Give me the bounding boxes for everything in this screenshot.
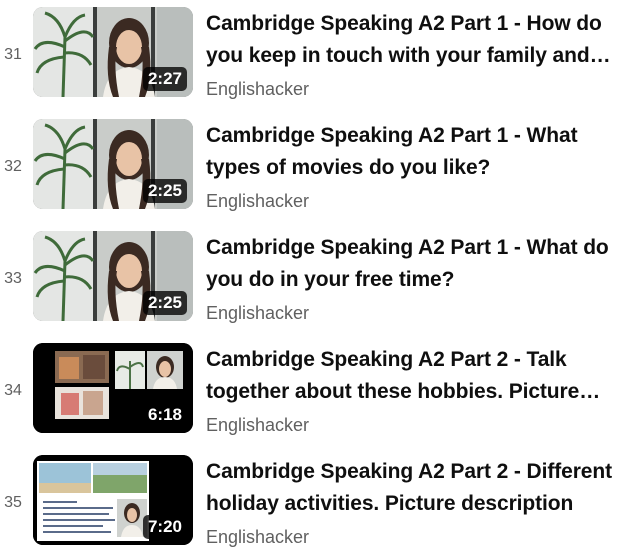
channel-name[interactable]: Englishacker: [206, 190, 616, 212]
playlist-index: 34: [4, 382, 22, 399]
playlist-index: 31: [4, 46, 22, 63]
video-meta: Cambridge Speaking A2 Part 1 - How do yo…: [206, 8, 616, 100]
channel-name[interactable]: Englishacker: [206, 414, 616, 436]
playlist-index: 35: [4, 494, 22, 511]
video-title[interactable]: Cambridge Speaking A2 Part 1 - What type…: [206, 120, 616, 184]
video-thumbnail[interactable]: 6:18: [33, 343, 193, 433]
duration-badge: 6:18: [142, 403, 187, 427]
playlist-item[interactable]: 31 2:27 Cambridge Speaking A2 Part 1 - H…: [0, 0, 628, 100]
duration-badge: 2:25: [142, 179, 187, 203]
playlist-panel: 31 2:27 Cambridge Speaking A2 Part 1 - H…: [0, 0, 628, 558]
duration-badge: 2:27: [142, 67, 187, 91]
duration-badge: 7:20: [142, 515, 187, 539]
video-title[interactable]: Cambridge Speaking A2 Part 1 - How do yo…: [206, 8, 616, 72]
video-thumbnail[interactable]: 2:27: [33, 7, 193, 97]
playlist-index: 32: [4, 158, 22, 175]
playlist-index: 33: [4, 270, 22, 287]
video-meta: Cambridge Speaking A2 Part 1 - What do y…: [206, 232, 616, 324]
playlist-item[interactable]: 32 2:25 Cambridge Speaking A2 Part 1 - W…: [0, 112, 628, 212]
duration-badge: 2:25: [142, 291, 187, 315]
playlist-item[interactable]: 33 2:25 Cambridge Speaking A2 Part 1 - W…: [0, 224, 628, 324]
playlist-item[interactable]: 35 7:20 Cambridge Speaking A2 Part 2 - D…: [0, 448, 628, 548]
channel-name[interactable]: Englishacker: [206, 78, 616, 100]
video-thumbnail[interactable]: 7:20: [33, 455, 193, 545]
video-thumbnail[interactable]: 2:25: [33, 119, 193, 209]
playlist-item[interactable]: 34 6:18 Cambridge Speaking A2 Part 2 - T…: [0, 336, 628, 436]
channel-name[interactable]: Englishacker: [206, 302, 616, 324]
video-title[interactable]: Cambridge Speaking A2 Part 2 - Talk toge…: [206, 344, 616, 408]
video-meta: Cambridge Speaking A2 Part 1 - What type…: [206, 120, 616, 212]
video-meta: Cambridge Speaking A2 Part 2 - Different…: [206, 456, 616, 548]
video-meta: Cambridge Speaking A2 Part 2 - Talk toge…: [206, 344, 616, 436]
video-title[interactable]: Cambridge Speaking A2 Part 2 - Different…: [206, 456, 616, 520]
channel-name[interactable]: Englishacker: [206, 526, 616, 548]
video-title[interactable]: Cambridge Speaking A2 Part 1 - What do y…: [206, 232, 616, 296]
video-thumbnail[interactable]: 2:25: [33, 231, 193, 321]
